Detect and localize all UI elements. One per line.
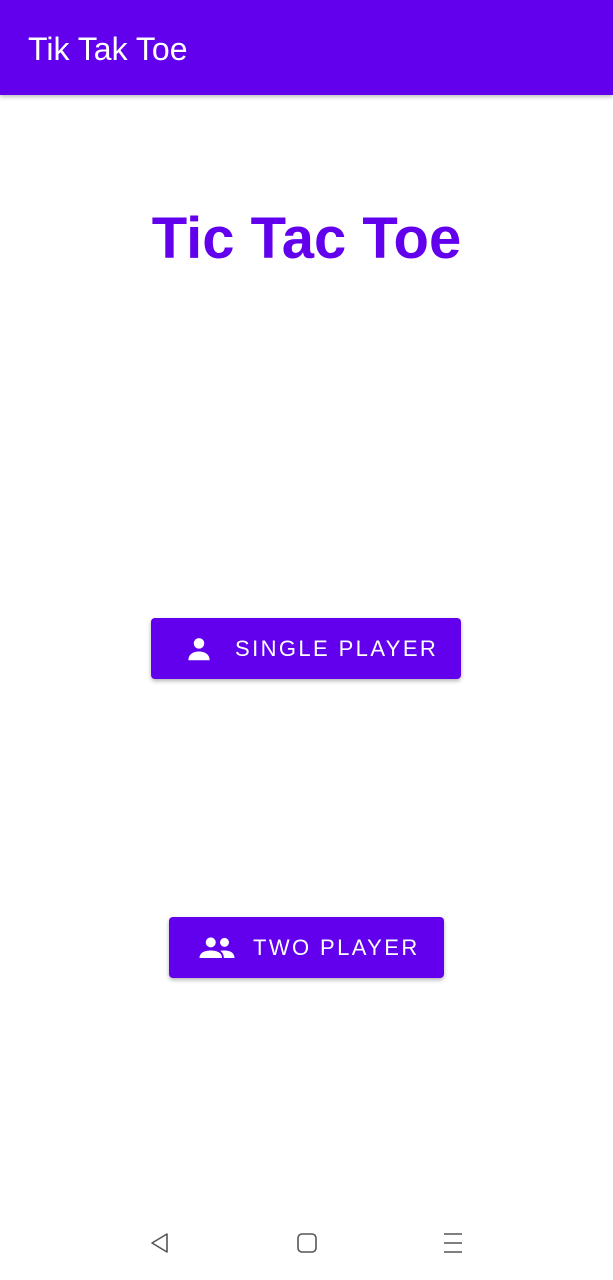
screen: Tik Tak Toe Tic Tac Toe SINGLE PLAYER TW… [0, 0, 613, 1280]
game-title: Tic Tac Toe [151, 206, 462, 271]
app-bar: Tik Tak Toe [0, 0, 613, 95]
app-bar-title: Tik Tak Toe [28, 31, 188, 67]
single-player-label: SINGLE PLAYER [235, 635, 439, 661]
back-triangle-icon[interactable] [145, 1228, 175, 1258]
home-square-icon[interactable] [292, 1228, 322, 1258]
person-icon [183, 629, 215, 669]
two-player-label: TWO PLAYER [253, 934, 420, 960]
people-icon [197, 928, 237, 968]
system-nav-bar [0, 1206, 613, 1280]
single-player-button[interactable]: SINGLE PLAYER [151, 618, 461, 679]
menu-lines-icon[interactable] [438, 1228, 468, 1258]
two-player-button[interactable]: TWO PLAYER [169, 917, 444, 978]
